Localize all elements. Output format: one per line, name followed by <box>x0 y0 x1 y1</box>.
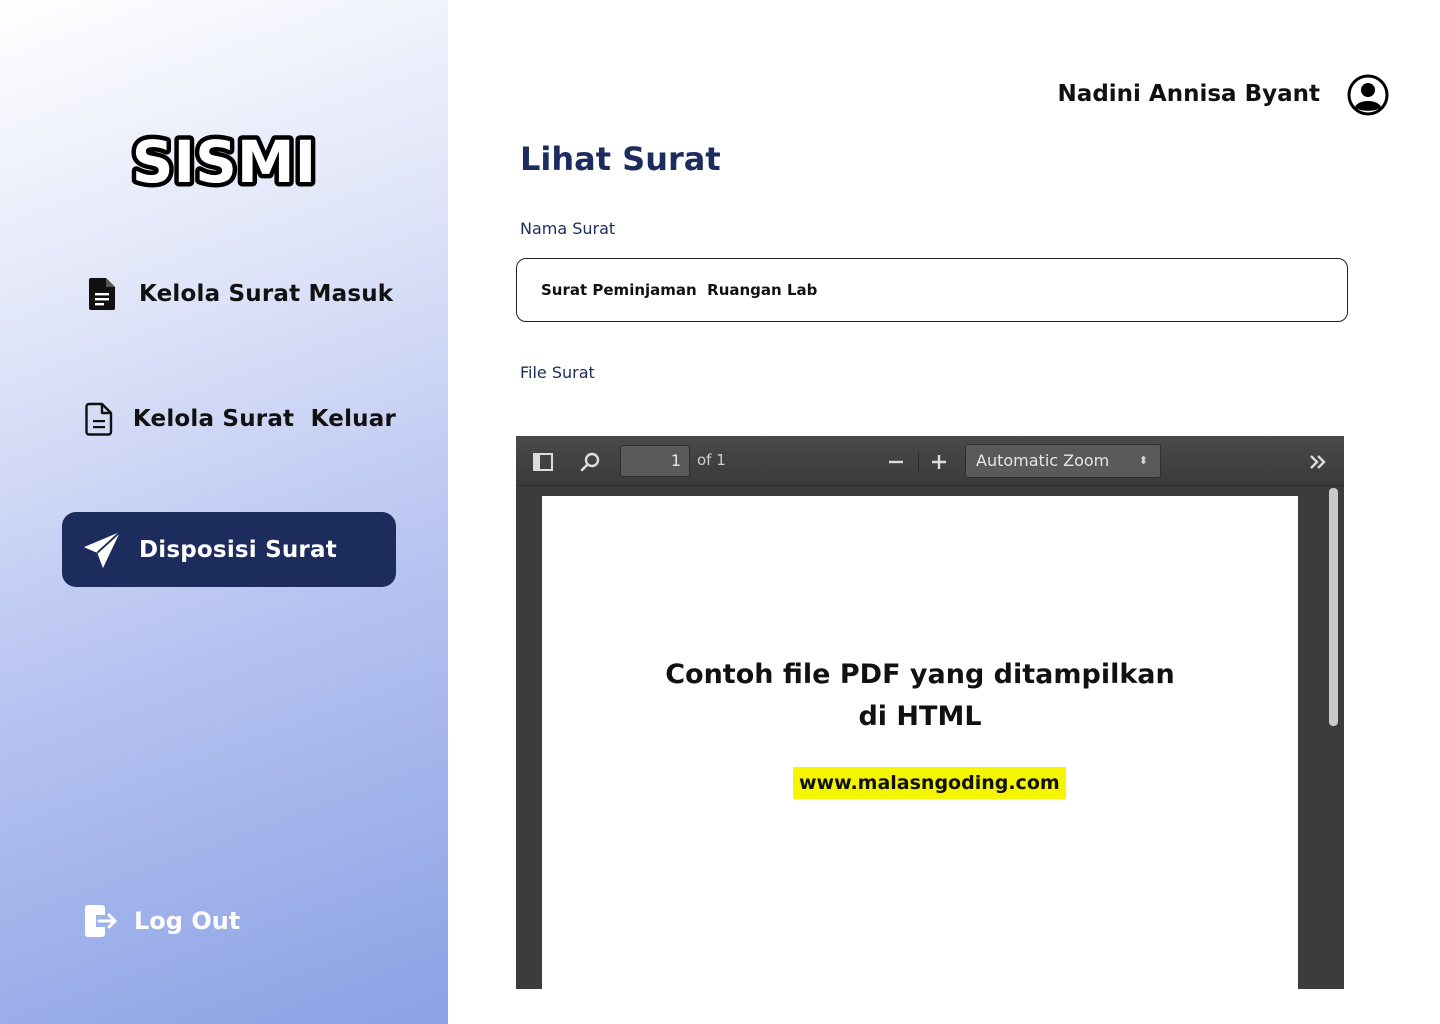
pdf-page: Contoh file PDF yang ditampilkan di HTML… <box>542 496 1298 989</box>
zoom-select[interactable]: Automatic Zoom ⬍ <box>965 444 1161 478</box>
sidebar-item-label: Disposisi Surat <box>139 536 337 563</box>
search-icon[interactable] <box>577 449 603 475</box>
user-name: Nadini Annisa Byant <box>1057 81 1320 107</box>
file-surat-label: File Surat <box>520 363 595 382</box>
page-number-input[interactable]: 1 <box>620 445 690 477</box>
sidebar-item-kelola-surat-keluar[interactable]: Kelola Surat Keluar <box>62 381 396 456</box>
nama-surat-label: Nama Surat <box>520 219 616 238</box>
page-count: of 1 <box>697 451 726 469</box>
zoom-value: Automatic Zoom <box>976 451 1110 470</box>
select-arrows-icon: ⬍ <box>1138 454 1148 467</box>
pdf-viewer: 1 of 1 Automatic Zoom ⬍ Contoh file PDF … <box>516 436 1344 989</box>
pdf-scrollbar[interactable] <box>1329 488 1338 726</box>
toolbar-divider <box>918 452 919 472</box>
pdf-document-link[interactable]: www.malasngoding.com <box>793 767 1066 799</box>
double-chevron-right-icon[interactable] <box>1305 449 1331 475</box>
sidebar-toggle-icon[interactable] <box>530 449 556 475</box>
sidebar-item-disposisi-surat[interactable]: Disposisi Surat <box>62 512 396 587</box>
send-icon <box>82 530 122 570</box>
pdf-heading-line-2: di HTML <box>858 701 982 732</box>
sismi-logo: SISMI <box>126 124 322 201</box>
page-title: Lihat Surat <box>520 140 721 178</box>
pdf-toolbar: 1 of 1 Automatic Zoom ⬍ <box>516 436 1344 486</box>
sidebar-item-label: Kelola Surat Masuk <box>139 280 394 307</box>
zoom-in-icon[interactable] <box>926 449 952 475</box>
document-filled-icon <box>82 274 122 314</box>
logo-text: SISMI <box>132 128 316 192</box>
document-outline-icon <box>82 399 116 439</box>
sidebar: SISMI Kelola Surat Masuk Kelola Surat Ke… <box>0 0 448 1024</box>
logout-label: Log Out <box>134 907 241 935</box>
pdf-heading-line-1: Contoh file PDF yang ditampilkan <box>665 659 1175 690</box>
zoom-out-icon[interactable] <box>883 449 909 475</box>
logout-button[interactable]: Log Out <box>80 900 240 942</box>
sidebar-item-label: Kelola Surat Keluar <box>132 405 396 432</box>
sidebar-item-kelola-surat-masuk[interactable]: Kelola Surat Masuk <box>62 256 396 331</box>
nama-surat-field[interactable] <box>516 258 1348 322</box>
user-circle-icon[interactable] <box>1347 74 1389 116</box>
pdf-document-heading: Contoh file PDF yang ditampilkan di HTML <box>542 654 1298 738</box>
logout-icon <box>80 900 122 942</box>
